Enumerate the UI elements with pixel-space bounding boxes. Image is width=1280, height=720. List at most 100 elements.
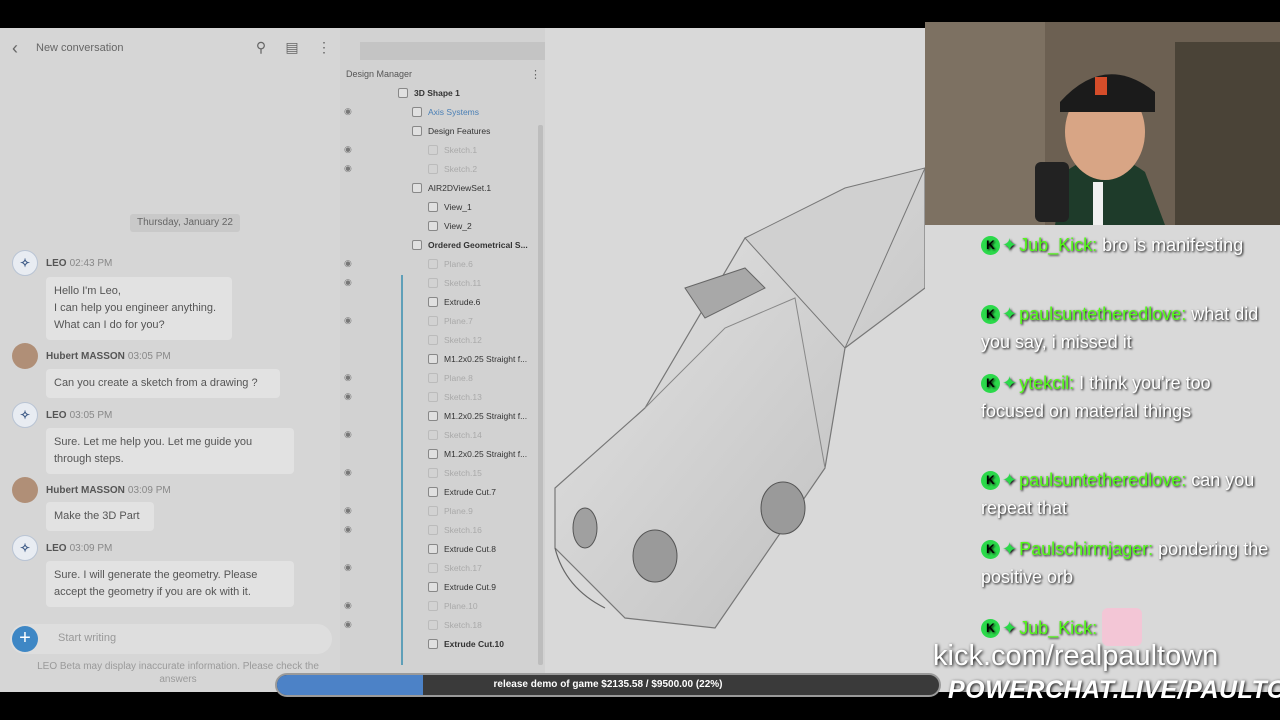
tree-node[interactable]: M1.2x0.25 Straight f...	[428, 446, 527, 462]
tree-node[interactable]: Sketch.11	[428, 275, 481, 291]
sender-name: Hubert MASSON	[46, 350, 125, 362]
tree-node-icon	[428, 639, 438, 649]
visibility-toggle-icon[interactable]: ◉	[344, 315, 352, 326]
visibility-toggle-icon[interactable]: ◉	[344, 163, 352, 174]
feedback-icon[interactable]: ▤	[283, 39, 301, 57]
tree-node[interactable]: View_2	[428, 218, 472, 234]
composer-placeholder[interactable]: Start writing	[58, 632, 116, 644]
visibility-toggle-icon[interactable]: ◉	[344, 600, 352, 611]
tree-node[interactable]: Extrude Cut.9	[428, 579, 496, 595]
message-bubble: Make the 3D Part	[46, 502, 154, 531]
tree-node[interactable]: 3D Shape 1	[398, 85, 460, 101]
tree-node[interactable]: Plane.6	[428, 256, 473, 272]
visibility-toggle-icon[interactable]: ◉	[344, 619, 352, 630]
tree-node[interactable]: Sketch.14	[428, 427, 482, 443]
tree-node-icon	[428, 202, 438, 212]
tree-node[interactable]: Plane.8	[428, 370, 473, 386]
sender-name: Hubert MASSON	[46, 484, 125, 496]
visibility-toggle-icon[interactable]: ◉	[344, 391, 352, 402]
kick-badge-icon: K	[981, 619, 1000, 638]
sender-name: LEO	[46, 409, 67, 421]
tree-node[interactable]: M1.2x0.25 Straight f...	[428, 408, 527, 424]
tree-node[interactable]: M1.2x0.25 Straight f...	[428, 351, 527, 367]
search-icon[interactable]: ⚲	[252, 39, 270, 57]
tree-node[interactable]: Sketch.2	[428, 161, 477, 177]
message-bubble: Sure. I will generate the geometry. Plea…	[46, 561, 294, 607]
tree-node[interactable]: Extrude Cut.10	[428, 636, 504, 652]
message-time: 03:05 PM	[69, 409, 113, 421]
tree-node[interactable]: Extrude Cut.8	[428, 541, 496, 557]
tree-node-label: Extrude Cut.9	[444, 582, 496, 592]
message-bubble: Sure. Let me help you. Let me guide you …	[46, 428, 294, 474]
tree-node-label: Plane.8	[444, 373, 473, 383]
chat-message: K ✦ paulsuntetheredlove: can you repeat th…	[981, 466, 1271, 522]
3d-viewport[interactable]	[545, 28, 925, 692]
conversation-title: New conversation	[36, 42, 124, 54]
message-composer[interactable]: + Start writing	[10, 624, 332, 654]
tree-node-label: Plane.6	[444, 259, 473, 269]
stream-frame: ‹ New conversation ⚲ ▤ ⋮ Thursday, Janua…	[0, 0, 1280, 720]
tree-node[interactable]: View_1	[428, 199, 472, 215]
tree-scrollbar[interactable]	[538, 125, 543, 665]
tree-node[interactable]: Plane.7	[428, 313, 473, 329]
message-bubble: Can you create a sketch from a drawing ?	[46, 369, 280, 398]
tree-node-icon	[412, 107, 422, 117]
tree-node-icon	[428, 221, 438, 231]
tree-node[interactable]: Plane.10	[428, 598, 478, 614]
message-header: Hubert MASSON 03:05 PM	[12, 343, 171, 369]
tree-node[interactable]: Extrude.6	[428, 294, 480, 310]
tree-node[interactable]: Extrude Cut.7	[428, 484, 496, 500]
tree-node-label: Extrude Cut.7	[444, 487, 496, 497]
tree-node[interactable]: Sketch.18	[428, 617, 482, 633]
tree-node-icon	[428, 525, 438, 535]
tree-node[interactable]: Design Features	[412, 123, 490, 139]
tree-node[interactable]: Sketch.16	[428, 522, 482, 538]
message-time: 02:43 PM	[69, 257, 113, 269]
subscriber-star-icon: ✦	[1002, 470, 1018, 490]
visibility-toggle-icon[interactable]: ◉	[344, 258, 352, 269]
visibility-toggle-icon[interactable]: ◉	[344, 524, 352, 535]
visibility-toggle-icon[interactable]: ◉	[344, 505, 352, 516]
visibility-toggle-icon[interactable]: ◉	[344, 467, 352, 478]
more-menu-icon[interactable]: ⋮	[315, 39, 333, 57]
tree-node-label: Plane.9	[444, 506, 473, 516]
visibility-toggle-icon[interactable]: ◉	[344, 372, 352, 383]
message-header: ✧ LEO 03:09 PM	[12, 535, 112, 561]
subscriber-star-icon: ✦	[1002, 373, 1018, 393]
tree-node[interactable]: Axis Systems	[412, 104, 479, 120]
tree-node[interactable]: Sketch.17	[428, 560, 482, 576]
tree-node-icon	[428, 335, 438, 345]
chat-username: paulsuntetheredlove:	[1019, 470, 1187, 490]
leo-avatar: ✧	[12, 402, 38, 428]
tree-node-label: Sketch.13	[444, 392, 482, 402]
panel-menu-icon[interactable]: ⋮	[530, 68, 541, 81]
kick-badge-icon: K	[981, 374, 1000, 393]
tree-node-label: Extrude Cut.8	[444, 544, 496, 554]
tree-node-label: Sketch.18	[444, 620, 482, 630]
tree-node-icon	[428, 354, 438, 364]
tree-node[interactable]: Sketch.13	[428, 389, 482, 405]
tree-node-icon	[412, 240, 422, 250]
tree-node[interactable]: AIR2DViewSet.1	[412, 180, 491, 196]
visibility-toggle-icon[interactable]: ◉	[344, 144, 352, 155]
tree-node-label: Sketch.2	[444, 164, 478, 174]
chat-username: Jub_Kick:	[1019, 235, 1098, 255]
tree-node[interactable]: Sketch.1	[428, 142, 477, 158]
subscriber-star-icon: ✦	[1002, 618, 1018, 638]
back-arrow-icon[interactable]: ‹	[12, 38, 18, 59]
tree-node-label: Sketch.15	[444, 468, 482, 478]
visibility-toggle-icon[interactable]: ◉	[344, 106, 352, 117]
tree-node[interactable]: Plane.9	[428, 503, 473, 519]
kick-badge-icon: K	[981, 236, 1000, 255]
visibility-toggle-icon[interactable]: ◉	[344, 562, 352, 573]
tree-node-icon	[428, 487, 438, 497]
add-attachment-icon[interactable]: +	[12, 626, 38, 652]
tree-node[interactable]: Sketch.15	[428, 465, 482, 481]
tree-node[interactable]: Ordered Geometrical S...	[412, 237, 528, 253]
visibility-toggle-icon[interactable]: ◉	[344, 429, 352, 440]
tree-node[interactable]: Sketch.12	[428, 332, 482, 348]
tree-node-icon	[428, 449, 438, 459]
visibility-toggle-icon[interactable]: ◉	[344, 277, 352, 288]
message-header: Hubert MASSON 03:09 PM	[12, 477, 171, 503]
message-header: ✧ LEO 02:43 PM	[12, 250, 112, 276]
